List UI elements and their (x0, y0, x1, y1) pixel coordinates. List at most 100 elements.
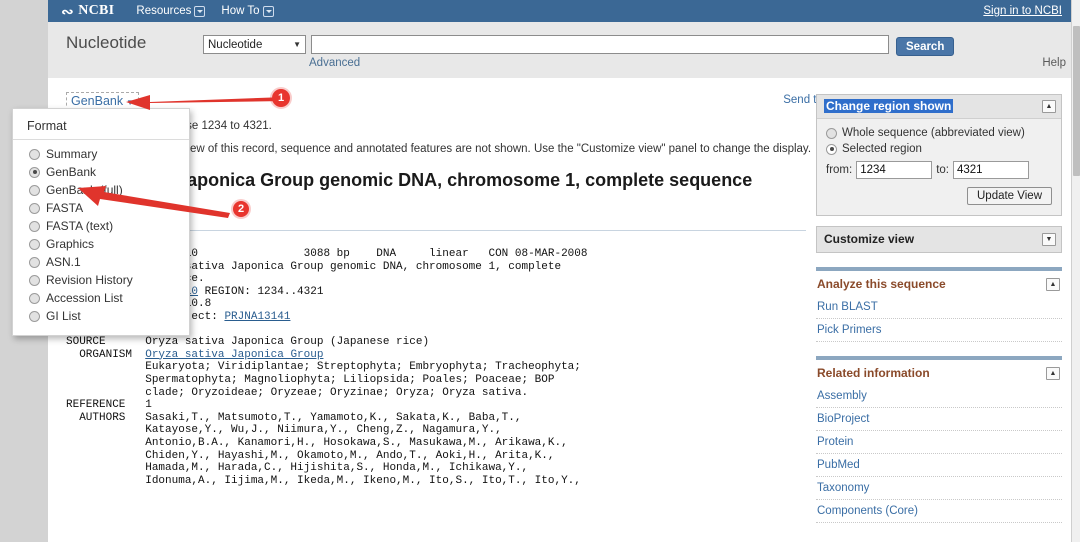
ncbi-logo-text: NCBI (78, 3, 115, 18)
from-label: from: (826, 164, 853, 176)
analyze-link-pick-primers[interactable]: Pick Primers (816, 319, 1062, 342)
analyze-sequence-header: Analyze this sequence ▲ (816, 271, 1062, 296)
expand-toggle-icon[interactable]: ▼ (1042, 232, 1056, 246)
update-view-button[interactable]: Update View (967, 187, 1052, 205)
collapse-toggle-icon[interactable]: ▲ (1042, 99, 1056, 113)
related-information-header: Related information ▲ (816, 360, 1062, 385)
format-menu-items: Summary GenBank GenBank (full) FASTA FASTA (… (13, 145, 189, 325)
radio-icon[interactable] (29, 292, 40, 304)
format-menu-item-label: ASN.1 (46, 255, 81, 269)
radio-icon[interactable] (29, 202, 40, 214)
related-link-assembly[interactable]: Assembly (816, 385, 1062, 408)
radio-icon[interactable] (29, 166, 40, 178)
page-title: Nucleotide (66, 33, 147, 52)
to-label: to: (936, 164, 949, 176)
flatfile-link[interactable]: PRJNA13141 (224, 311, 290, 323)
radio-icon[interactable] (29, 238, 40, 250)
related-link-components-core[interactable]: Components (Core) (816, 500, 1062, 523)
collapse-toggle-icon[interactable]: ▲ (1046, 366, 1060, 380)
format-menu-item-genbank[interactable]: GenBank (13, 163, 189, 181)
analyze-sequence-title: Analyze this sequence (817, 277, 946, 291)
format-menu-title: Format (13, 117, 189, 140)
format-menu-item-label: FASTA (46, 201, 84, 215)
radio-icon[interactable] (29, 310, 40, 322)
format-menu-item-label: FASTA (text) (46, 219, 114, 233)
format-menu-item-genbank-full[interactable]: GenBank (full) (13, 181, 189, 199)
format-menu-item-asn-1[interactable]: ASN.1 (13, 253, 189, 271)
region-to-input[interactable] (953, 161, 1029, 179)
radio-icon[interactable] (826, 143, 837, 155)
advanced-search-link[interactable]: Advanced (309, 57, 360, 69)
customize-view-panel[interactable]: Customize view ▼ (816, 226, 1062, 253)
selected-region-option[interactable]: Selected region (826, 143, 1052, 155)
help-link[interactable]: Help (1042, 57, 1066, 69)
sign-in-link[interactable]: Sign in to NCBI (983, 5, 1062, 17)
region-range-row: from: to: (826, 161, 1052, 179)
record-content-area: GenBank▼ Send to:▼ This is a region from… (48, 78, 1072, 542)
chevron-down-icon (194, 5, 206, 17)
format-menu-item-label: GI List (46, 309, 81, 323)
window-scrollbar[interactable] (1071, 0, 1080, 542)
annotation-badge-2: 2 (233, 201, 249, 217)
whole-sequence-option[interactable]: Whole sequence (abbreviated view) (826, 127, 1052, 139)
scrollbar-thumb[interactable] (1073, 26, 1080, 176)
format-menu-item-graphics[interactable]: Graphics (13, 235, 189, 253)
radio-icon[interactable] (29, 274, 40, 286)
nav-item-how-to[interactable]: How To (221, 5, 274, 17)
format-menu-item-label: Accession List (46, 291, 123, 305)
format-menu-item-label: Summary (46, 147, 98, 161)
format-menu-item-label: Graphics (46, 237, 95, 251)
format-menu-item-label: Revision History (46, 273, 133, 287)
search-input[interactable] (311, 35, 889, 54)
format-menu-item-fasta[interactable]: FASTA (13, 199, 189, 217)
region-from-input[interactable] (856, 161, 933, 179)
radio-icon[interactable] (29, 148, 40, 160)
nav-item-resources-label: Resources (136, 5, 192, 17)
chevron-down-icon: ▼ (126, 98, 135, 107)
related-link-bioproject[interactable]: BioProject (816, 408, 1062, 431)
ncbi-dna-icon: ∾ (61, 3, 75, 19)
analyze-link-run-blast[interactable]: Run BLAST (816, 296, 1062, 319)
ncbi-logo[interactable]: ∾ NCBI (61, 3, 115, 19)
annotation-badge-1: 1 (272, 89, 290, 107)
related-link-pubmed[interactable]: PubMed (816, 454, 1062, 477)
format-dropdown-menu: Format Summary GenBank GenBank (full) FASTA… (12, 108, 190, 336)
change-region-title: Change region shown (824, 99, 954, 113)
radio-icon[interactable] (29, 220, 40, 232)
customize-view-title: Customize view (824, 232, 915, 246)
selected-region-label: Selected region (842, 143, 922, 155)
chevron-down-icon (262, 5, 274, 17)
sidebar: Change region shown ▲ Whole sequence (ab… (816, 94, 1062, 537)
radio-icon[interactable] (826, 127, 837, 139)
flatfile-link[interactable]: Oryza sativa Japonica Group (145, 349, 323, 361)
update-view-row: Update View (826, 187, 1052, 205)
format-menu-item-revision-history[interactable]: Revision History (13, 271, 189, 289)
top-nav: Resources How To (136, 5, 274, 17)
ncbi-top-bar: ∾ NCBI Resources How To Sign in to NCBI (48, 0, 1072, 22)
format-menu-item-label: GenBank (full) (46, 183, 123, 197)
radio-icon[interactable] (29, 184, 40, 196)
format-menu-item-gi-list[interactable]: GI List (13, 307, 189, 325)
format-menu-item-summary[interactable]: Summary (13, 145, 189, 163)
related-link-protein[interactable]: Protein (816, 431, 1062, 454)
format-menu-item-label: GenBank (46, 165, 97, 179)
ncbi-nucleotide-page: ∾ NCBI Resources How To Sign in to NCBI … (0, 0, 1080, 542)
format-menu-item-fasta-text[interactable]: FASTA (text) (13, 217, 189, 235)
whole-sequence-label: Whole sequence (abbreviated view) (842, 127, 1025, 139)
database-select-value: Nucleotide (208, 38, 263, 51)
radio-icon[interactable] (29, 256, 40, 268)
search-button[interactable]: Search (896, 37, 955, 56)
chevron-down-icon: ▼ (293, 40, 301, 49)
related-information-title: Related information (817, 366, 930, 380)
format-dropdown-label: GenBank (71, 94, 124, 108)
nav-item-how-to-label: How To (221, 5, 260, 17)
change-region-panel: Change region shown ▲ Whole sequence (ab… (816, 94, 1062, 216)
database-select[interactable]: Nucleotide ▼ (203, 35, 306, 54)
format-menu-item-accession-list[interactable]: Accession List (13, 289, 189, 307)
nav-item-resources[interactable]: Resources (136, 5, 206, 17)
customize-view-header: Customize view ▼ (817, 227, 1061, 252)
related-link-taxonomy[interactable]: Taxonomy (816, 477, 1062, 500)
collapse-toggle-icon[interactable]: ▲ (1046, 277, 1060, 291)
change-region-header: Change region shown ▲ (817, 95, 1061, 119)
change-region-body: Whole sequence (abbreviated view) Select… (817, 119, 1061, 215)
